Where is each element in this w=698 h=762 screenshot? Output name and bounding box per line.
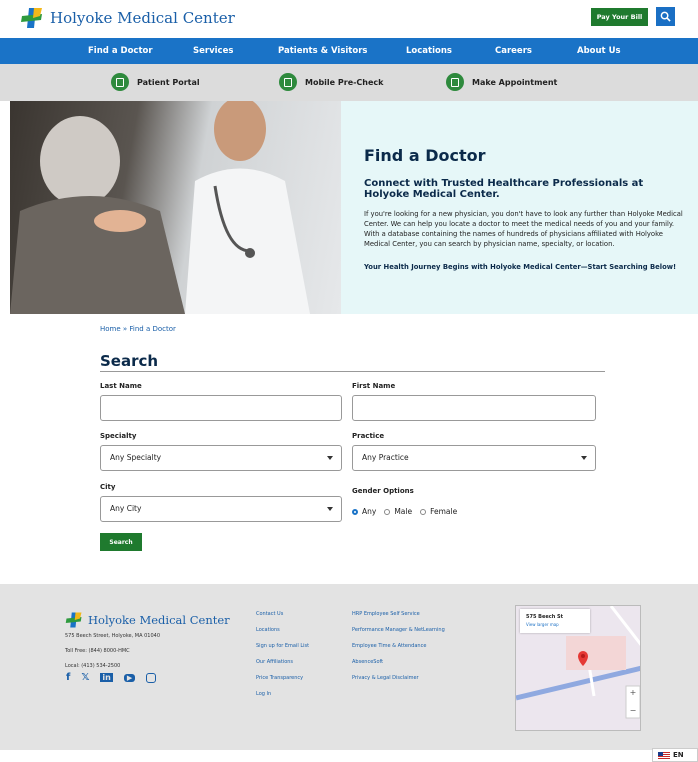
footer-brand: Holyoke Medical Center xyxy=(88,613,230,627)
search-icon xyxy=(660,11,671,22)
make-appointment-link[interactable]: Make Appointment xyxy=(446,73,557,91)
hero-body: If you're looking for a new physician, y… xyxy=(364,210,683,248)
nav-locations[interactable]: Locations xyxy=(406,38,452,64)
youtube-icon[interactable]: ▶ xyxy=(123,673,136,682)
chevron-down-icon xyxy=(327,456,333,460)
specialty-value: Any Specialty xyxy=(110,453,162,462)
last-name-label: Last Name xyxy=(100,382,142,390)
gender-male-radio[interactable]: Male xyxy=(384,507,412,516)
footer-link-hrp[interactable]: HRP Employee Self Service xyxy=(352,611,420,617)
footer-logo[interactable]: Holyoke Medical Center xyxy=(65,611,230,629)
mobile-precheck-link[interactable]: Mobile Pre-Check xyxy=(279,73,384,91)
main-nav: Find a Doctor Services Patients & Visito… xyxy=(0,38,698,64)
x-icon[interactable]: 𝕏 xyxy=(81,672,89,683)
brand-name: Holyoke Medical Center xyxy=(50,9,235,27)
footer-link-locations[interactable]: Locations xyxy=(256,627,280,633)
footer-local-phone[interactable]: Local: (413) 534-2500 xyxy=(65,663,120,669)
instagram-icon[interactable] xyxy=(146,672,157,683)
city-label: City xyxy=(100,483,116,491)
specialty-label: Specialty xyxy=(100,432,137,440)
footer-link-performance[interactable]: Performance Manager & NetLearning xyxy=(352,627,445,633)
language-label: EN xyxy=(673,751,684,759)
patient-portal-link[interactable]: Patient Portal xyxy=(111,73,200,91)
search-button[interactable] xyxy=(656,7,675,26)
first-name-input[interactable] xyxy=(352,395,596,421)
appointment-icon xyxy=(446,73,464,91)
last-name-input[interactable] xyxy=(100,395,342,421)
pay-bill-button[interactable]: Pay Your Bill xyxy=(591,8,648,26)
facebook-icon[interactable]: f xyxy=(66,672,70,683)
map-info-card: 575 Beech St View larger map xyxy=(520,609,590,633)
mobile-precheck-label: Mobile Pre-Check xyxy=(305,77,384,87)
patient-portal-label: Patient Portal xyxy=(137,77,200,87)
gender-any-label: Any xyxy=(362,507,377,516)
gender-male-label: Male xyxy=(394,507,413,516)
hero-subtitle: Connect with Trusted Healthcare Professi… xyxy=(364,178,644,200)
gender-female-label: Female xyxy=(430,507,458,516)
logo-cross-icon xyxy=(65,611,83,629)
language-selector[interactable]: EN xyxy=(652,748,698,762)
quick-links-bar: Patient Portal Mobile Pre-Check Make App… xyxy=(0,64,698,101)
site-header: Holyoke Medical Center Pay Your Bill xyxy=(0,0,698,38)
svg-text:+: + xyxy=(630,688,637,697)
chevron-down-icon xyxy=(581,456,587,460)
practice-select[interactable]: Any Practice xyxy=(352,445,596,471)
hero-title: Find a Doctor xyxy=(364,146,486,165)
gender-any-radio[interactable]: Any xyxy=(352,507,376,516)
city-value: Any City xyxy=(110,504,142,513)
nav-careers[interactable]: Careers xyxy=(495,38,532,64)
practice-label: Practice xyxy=(352,432,385,440)
nav-find-doctor[interactable]: Find a Doctor xyxy=(88,38,153,64)
gender-female-radio[interactable]: Female xyxy=(420,507,457,516)
specialty-select[interactable]: Any Specialty xyxy=(100,445,342,471)
chevron-down-icon xyxy=(327,507,333,511)
hero-photo xyxy=(10,101,341,314)
nav-about[interactable]: About Us xyxy=(577,38,621,64)
map-larger-link[interactable]: View larger map xyxy=(526,622,559,627)
make-appointment-label: Make Appointment xyxy=(472,77,558,87)
social-links: f 𝕏 in ▶ xyxy=(66,672,157,683)
nav-patients-visitors[interactable]: Patients & Visitors xyxy=(278,38,367,64)
nav-services[interactable]: Services xyxy=(193,38,233,64)
phone-icon xyxy=(279,73,297,91)
svg-text:−: − xyxy=(630,706,637,715)
footer-link-contact[interactable]: Contact Us xyxy=(256,611,283,617)
search-submit-button[interactable]: Search xyxy=(100,533,142,551)
search-title: Search xyxy=(100,352,159,370)
footer-address: 575 Beech Street, Holyoke, MA 01040 xyxy=(65,633,161,639)
practice-value: Any Practice xyxy=(362,453,409,462)
footer-link-affiliations[interactable]: Our Affiliations xyxy=(256,659,293,665)
footer-toll-free[interactable]: Toll Free: (844) 8000-HMC xyxy=(65,648,130,654)
breadcrumb[interactable]: Home » Find a Doctor xyxy=(100,325,176,333)
divider xyxy=(100,371,605,372)
logo[interactable]: Holyoke Medical Center xyxy=(20,6,235,30)
footer-link-privacy[interactable]: Privacy & Legal Disclaimer xyxy=(352,675,419,681)
map-title: 575 Beech St xyxy=(526,614,564,620)
first-name-label: First Name xyxy=(352,382,396,390)
gender-label: Gender Options xyxy=(352,487,414,495)
logo-cross-icon xyxy=(20,6,44,30)
hero-panel: Find a Doctor Connect with Trusted Healt… xyxy=(341,101,698,314)
linkedin-icon[interactable]: in xyxy=(100,673,113,682)
city-select[interactable]: Any City xyxy=(100,496,342,522)
us-flag-icon xyxy=(658,751,670,759)
footer-link-email-list[interactable]: Sign up for Email List xyxy=(256,643,309,649)
footer-link-absencesoft[interactable]: AbsenceSoft xyxy=(352,659,383,665)
footer-link-time-attendance[interactable]: Employee Time & Attendance xyxy=(352,643,426,649)
hero-cta: Your Health Journey Begins with Holyoke … xyxy=(364,263,677,271)
gender-radio-group: Any Male Female xyxy=(352,507,465,516)
footer-link-price[interactable]: Price Transparency xyxy=(256,675,303,681)
footer-link-login[interactable]: Log In xyxy=(256,691,271,697)
portal-icon xyxy=(111,73,129,91)
location-map[interactable]: + − 575 Beech St View larger map xyxy=(515,605,641,731)
